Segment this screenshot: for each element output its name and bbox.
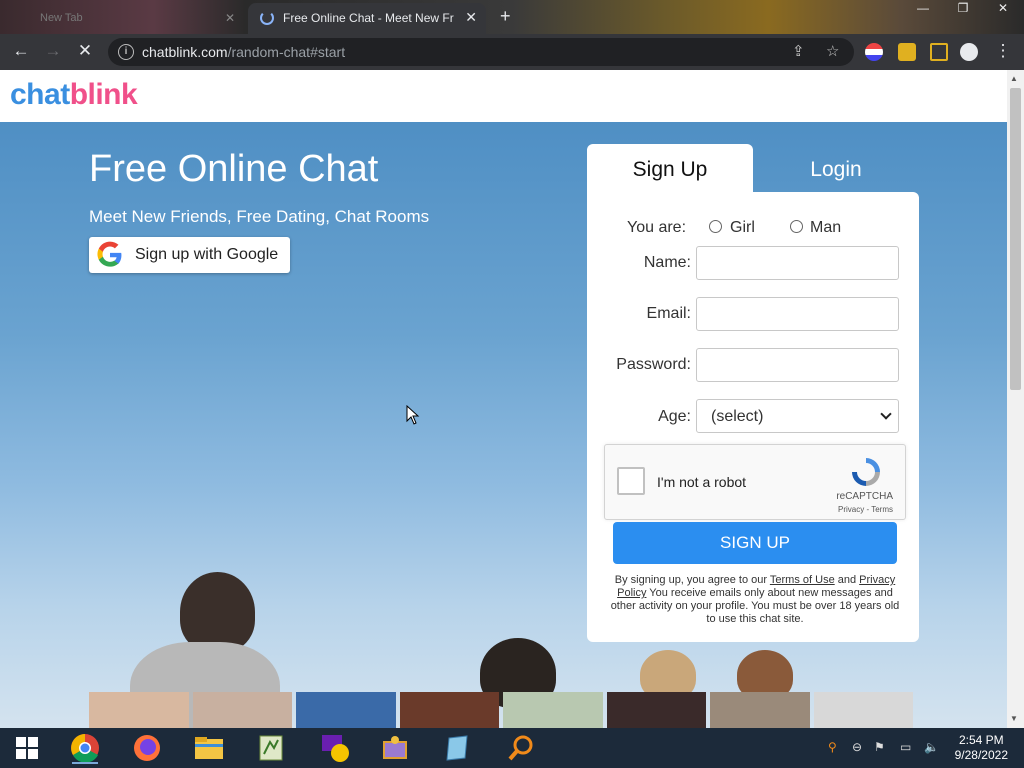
mouse-cursor-icon	[406, 405, 420, 425]
info-icon[interactable]: i	[118, 44, 134, 60]
member-thumbnail[interactable]	[813, 692, 913, 728]
member-thumbnail[interactable]	[710, 692, 810, 728]
web-page: chatblink Free Online Chat Meet New Frie…	[0, 70, 1007, 728]
hero-subtitle: Meet New Friends, Free Dating, Chat Room…	[89, 207, 430, 226]
hero-section: Free Online Chat Meet New Friends, Free …	[0, 122, 1007, 728]
terms-text: By signing up, you agree to our Terms of…	[610, 574, 900, 625]
notepad-plus-icon[interactable]	[254, 732, 288, 764]
scrollbar-thumb[interactable]	[1010, 88, 1021, 390]
file-explorer-icon[interactable]	[192, 732, 226, 764]
close-window-icon[interactable]: ✕	[992, 0, 1014, 16]
recaptcha-brand: reCAPTCHA	[836, 491, 893, 502]
member-thumbnail[interactable]	[296, 692, 396, 728]
google-signup-button[interactable]: Sign up with Google	[89, 237, 290, 273]
member-thumbnail[interactable]	[399, 692, 499, 728]
extensions-puzzle-icon[interactable]	[898, 43, 916, 61]
browser-toolbar: ← → ✕ i chatblink.com/random-chat#start …	[0, 34, 1024, 70]
email-label: Email:	[646, 305, 691, 322]
windows-start-icon[interactable]	[10, 732, 44, 764]
tray-volume-icon[interactable]: 🔈	[924, 740, 939, 754]
google-icon	[97, 241, 122, 267]
new-tab-icon[interactable]: +	[500, 6, 511, 27]
name-input[interactable]	[696, 246, 899, 280]
signup-form: You are: Girl Man Name: Email: Password:…	[587, 192, 919, 642]
age-select-value: (select)	[711, 408, 764, 425]
extension-flag-icon[interactable]	[865, 43, 883, 61]
gender-radio-man[interactable]	[790, 220, 803, 233]
search-app-icon[interactable]	[504, 732, 538, 764]
share-icon[interactable]: ⇪	[792, 42, 805, 60]
sidebar-icon[interactable]	[930, 43, 948, 61]
minimize-icon[interactable]: —	[912, 0, 934, 16]
yahoo-messenger-icon[interactable]	[318, 732, 352, 764]
app-icon[interactable]	[378, 732, 412, 764]
age-select[interactable]: (select)	[696, 399, 899, 433]
bookmark-star-icon[interactable]: ☆	[826, 42, 839, 60]
page-scrollbar[interactable]: ▲ ▼	[1007, 70, 1024, 728]
recaptcha-terms[interactable]: Privacy - Terms	[838, 505, 893, 514]
notebook-icon[interactable]	[440, 732, 474, 764]
recaptcha-label: I'm not a robot	[657, 474, 747, 490]
tab-title: Free Online Chat - Meet New Fr	[283, 11, 454, 25]
member-thumbnail[interactable]	[503, 692, 603, 728]
scroll-down-icon[interactable]: ▼	[1010, 714, 1018, 723]
maximize-icon[interactable]: ❐	[952, 0, 974, 16]
recaptcha-logo-icon	[852, 458, 880, 486]
email-input[interactable]	[696, 297, 899, 331]
tab-active[interactable]: Free Online Chat - Meet New Fr ✕	[248, 3, 486, 34]
gender-label-man: Man	[810, 219, 842, 236]
tab-title: New Tab	[40, 12, 83, 24]
recaptcha-widget: I'm not a robot reCAPTCHA Privacy - Term…	[604, 444, 906, 520]
chrome-icon[interactable]	[68, 732, 102, 764]
age-label: Age:	[658, 408, 691, 425]
loading-icon	[260, 11, 274, 25]
tray-flag-icon[interactable]: ⚑	[874, 740, 885, 754]
menu-dots-icon[interactable]: ⋮	[992, 41, 1014, 61]
gender-radio-girl[interactable]	[709, 220, 722, 233]
url-text: chatblink.com/random-chat#start	[142, 44, 346, 60]
member-thumbnail[interactable]	[89, 692, 189, 728]
hero-title: Free Online Chat	[89, 148, 379, 190]
hero-photo-person	[180, 572, 255, 652]
forward-icon[interactable]: →	[42, 41, 64, 61]
close-icon[interactable]: ✕	[465, 9, 477, 26]
clock-time: 2:54 PM	[958, 733, 1004, 747]
site-header: chatblink	[0, 70, 1007, 122]
google-signup-label: Sign up with Google	[135, 246, 279, 263]
signup-submit-button[interactable]: SIGN UP	[613, 522, 897, 564]
window-controls: — ❐ ✕	[912, 0, 1014, 16]
terms-of-use-link[interactable]: Terms of Use	[770, 574, 835, 586]
browser-tab-bar: New Tab ✕ Free Online Chat - Meet New Fr…	[0, 0, 1024, 34]
tab-new-tab[interactable]: New Tab ✕	[20, 6, 245, 32]
taskbar-clock[interactable]: 2:54 PM 9/28/2022	[955, 733, 1008, 763]
tray-network-icon[interactable]: ▭	[900, 740, 911, 754]
scroll-up-icon[interactable]: ▲	[1010, 74, 1018, 83]
clock-date: 9/28/2022	[954, 748, 1008, 762]
site-logo[interactable]: chatblink	[10, 78, 138, 112]
tray-search-icon[interactable]: ⚲	[828, 740, 837, 754]
tab-signup[interactable]: Sign Up	[587, 144, 753, 194]
member-thumbnail[interactable]	[606, 692, 706, 728]
password-label: Password:	[616, 356, 691, 373]
password-input[interactable]	[696, 348, 899, 382]
chevron-down-icon	[880, 408, 892, 420]
tab-login[interactable]: Login	[753, 144, 919, 194]
address-bar[interactable]: i chatblink.com/random-chat#start ⇪ ☆	[108, 38, 854, 66]
member-thumbnail[interactable]	[192, 692, 292, 728]
tray-minus-icon[interactable]: ⊖	[852, 740, 862, 754]
gender-label-girl: Girl	[730, 219, 755, 236]
firefox-icon[interactable]	[130, 732, 164, 764]
recaptcha-checkbox[interactable]	[617, 467, 645, 495]
profile-avatar-icon[interactable]	[960, 43, 978, 61]
member-thumbnails	[89, 692, 913, 728]
back-icon[interactable]: ←	[10, 41, 32, 61]
you-are-label: You are:	[627, 219, 687, 236]
stop-icon[interactable]: ✕	[74, 41, 96, 61]
windows-taskbar: ⚲ ⊖ ⚑ ▭ 🔈 2:54 PM 9/28/2022	[0, 728, 1024, 768]
name-label: Name:	[643, 254, 691, 271]
close-icon[interactable]: ✕	[225, 11, 235, 25]
